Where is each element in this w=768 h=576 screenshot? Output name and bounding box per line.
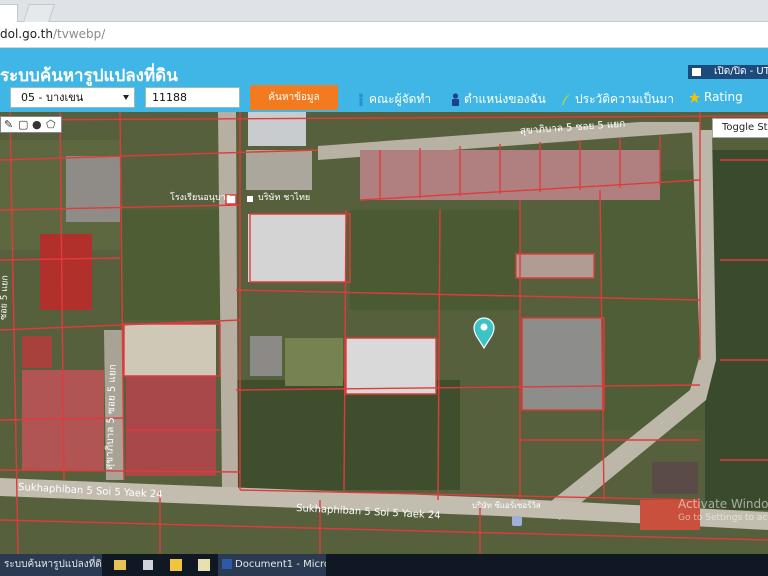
team-link-label: คณะผู้จัดทำ [369,92,432,106]
circle-icon[interactable]: ● [32,119,42,131]
sticky-notes-icon[interactable] [190,554,218,576]
poi-marker-icon[interactable] [247,196,253,202]
toggle-checkbox-icon [692,68,701,76]
poi-label-company-2: บริษัท ซีแอร์เซอร์วิส [472,500,541,510]
taskbar: ระบบค้นหารูปแปลงที่ดิน -... Document1 - … [0,554,768,576]
road-label-vertical-left: ซอย 5 แยก [0,275,11,320]
district-select-value: 05 - บางเขน [21,91,84,104]
toggle-street-button[interactable]: Toggle Street [712,118,768,138]
poi-label-company: บริษัท ชาไทย [258,192,310,203]
search-button[interactable]: ค้นหาข้อมูล [250,85,338,110]
address-bar[interactable]: dol.go.th/tvwebp/ [0,22,768,48]
url-text[interactable]: dol.go.th/tvwebp/ [0,27,105,41]
app-title: ระบบค้นหารูปแปลงที่ดิน [0,66,178,86]
satellite-map[interactable]: สุขาภิบาล 5 ซอย 5 แยก โรงเรียนอนุบาล บริ… [0,112,768,554]
poi-marker-icon[interactable] [512,516,522,526]
draw-toolbar: ✎ ▢ ● ⬠ [0,116,62,133]
watermark-line2: Go to Settings to activate [678,513,768,523]
map-view[interactable]: สุขาภิบาล 5 ซอย 5 แยก โรงเรียนอนุบาล บริ… [0,112,768,554]
info-icon [359,93,363,106]
taskbar-browser-item[interactable]: ระบบค้นหารูปแปลงที่ดิน -... [0,554,102,576]
toggle-label: เปิด/ปิด - UT [714,66,768,77]
district-select[interactable]: 05 - บางเขน [10,87,135,108]
url-host: dol.go.th [0,27,53,41]
feather-icon [562,94,570,105]
activation-watermark: Activate Windo Go to Settings to activat… [678,497,768,525]
chevron-down-icon [123,95,129,100]
browser-tabstrip [0,0,768,22]
explorer-icon[interactable] [106,554,134,576]
square-icon[interactable]: ▢ [18,119,28,131]
toggle-button[interactable]: เปิด/ปิด - UT [688,65,768,79]
team-link[interactable]: คณะผู้จัดทำ [357,90,431,108]
url-path: /tvwebp/ [52,27,106,41]
my-location-link-label: ตำแหน่งของฉัน [464,92,546,106]
my-location-link[interactable]: ตำแหน่งของฉัน [451,90,546,108]
polygon-icon[interactable]: ⬠ [46,119,56,131]
pencil-icon[interactable]: ✎ [4,119,13,131]
new-tab-button[interactable] [23,4,55,22]
screen: dol.go.th/tvwebp/ ระบบค้นหารูปแปลงที่ดิน… [0,0,768,576]
person-icon [452,93,459,106]
rating-link-label: Rating [704,90,743,104]
star-icon [689,92,700,103]
taskbar-word-item[interactable]: Document1 - Micros... [218,554,326,576]
history-link-label: ประวัติความเป็นมา [575,92,675,106]
taskbar-word-label: Document1 - Micros... [235,559,326,570]
history-link[interactable]: ประวัติความเป็นมา [561,90,674,108]
word-icon [222,559,232,569]
store-icon[interactable] [134,554,162,576]
app-icon[interactable] [162,554,190,576]
poi-label-school: โรงเรียนอนุบาล [170,192,231,203]
watermark-line1: Activate Windo [678,497,768,511]
parcel-number-input[interactable]: 11188 [145,87,240,108]
browser-tab[interactable] [0,4,18,22]
rating-link[interactable]: Rating [689,90,743,108]
